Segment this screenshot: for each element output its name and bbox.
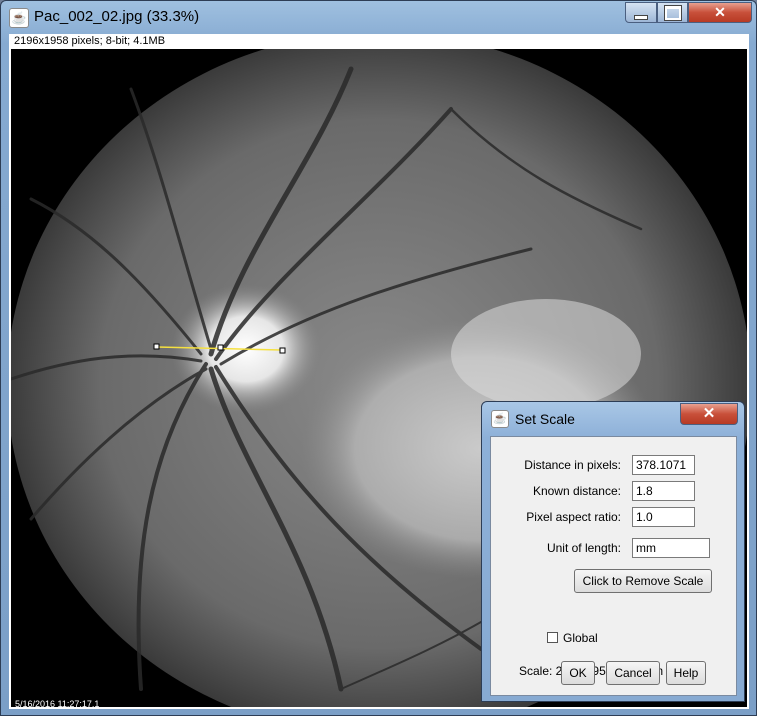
dialog-title: Set Scale <box>515 411 575 427</box>
minimize-button[interactable] <box>625 2 657 23</box>
set-scale-dialog: ☕ Set Scale ✕ Distance in pixels: Known … <box>481 401 745 702</box>
cancel-button[interactable]: Cancel <box>606 661 660 685</box>
image-timestamp: 5/16/2016 11:27:17.1 <box>15 699 100 707</box>
unit-field[interactable] <box>632 538 710 558</box>
image-info-text: 2196x1958 pixels; 8-bit; 4.1MB <box>14 35 166 47</box>
java-coffee-icon: ☕ <box>491 410 509 428</box>
measurement-handle <box>217 344 224 351</box>
ok-button[interactable]: OK <box>561 661 595 685</box>
window-title-bar[interactable]: ☕ Pac_002_02.jpg (33.3%) ✕ <box>1 1 756 33</box>
measurement-handle <box>153 343 160 350</box>
distance-label: Distance in pixels: <box>524 458 621 472</box>
aspect-ratio-field[interactable] <box>632 507 695 527</box>
global-label: Global <box>563 631 598 645</box>
help-button[interactable]: Help <box>666 661 706 685</box>
maximize-button[interactable] <box>657 2 688 23</box>
known-distance-label: Known distance: <box>532 484 621 498</box>
minimize-icon <box>634 14 648 20</box>
window-title: Pac_002_02.jpg (33.3%) <box>34 8 200 25</box>
maximize-icon <box>663 5 682 22</box>
known-distance-field[interactable] <box>632 481 695 501</box>
unit-label: Unit of length: <box>546 541 621 555</box>
close-icon: ✕ <box>702 405 716 422</box>
java-coffee-icon: ☕ <box>9 8 29 28</box>
aspect-ratio-label: Pixel aspect ratio: <box>526 510 621 524</box>
close-icon: ✕ <box>714 4 726 20</box>
distance-field[interactable] <box>632 455 695 475</box>
measurement-handle <box>279 347 286 354</box>
dialog-close-button[interactable]: ✕ <box>680 403 738 425</box>
dialog-body: Distance in pixels: Known distance: Pixe… <box>490 436 737 696</box>
global-checkbox[interactable] <box>547 632 558 643</box>
close-button[interactable]: ✕ <box>688 2 752 23</box>
remove-scale-button[interactable]: Click to Remove Scale <box>574 569 712 593</box>
